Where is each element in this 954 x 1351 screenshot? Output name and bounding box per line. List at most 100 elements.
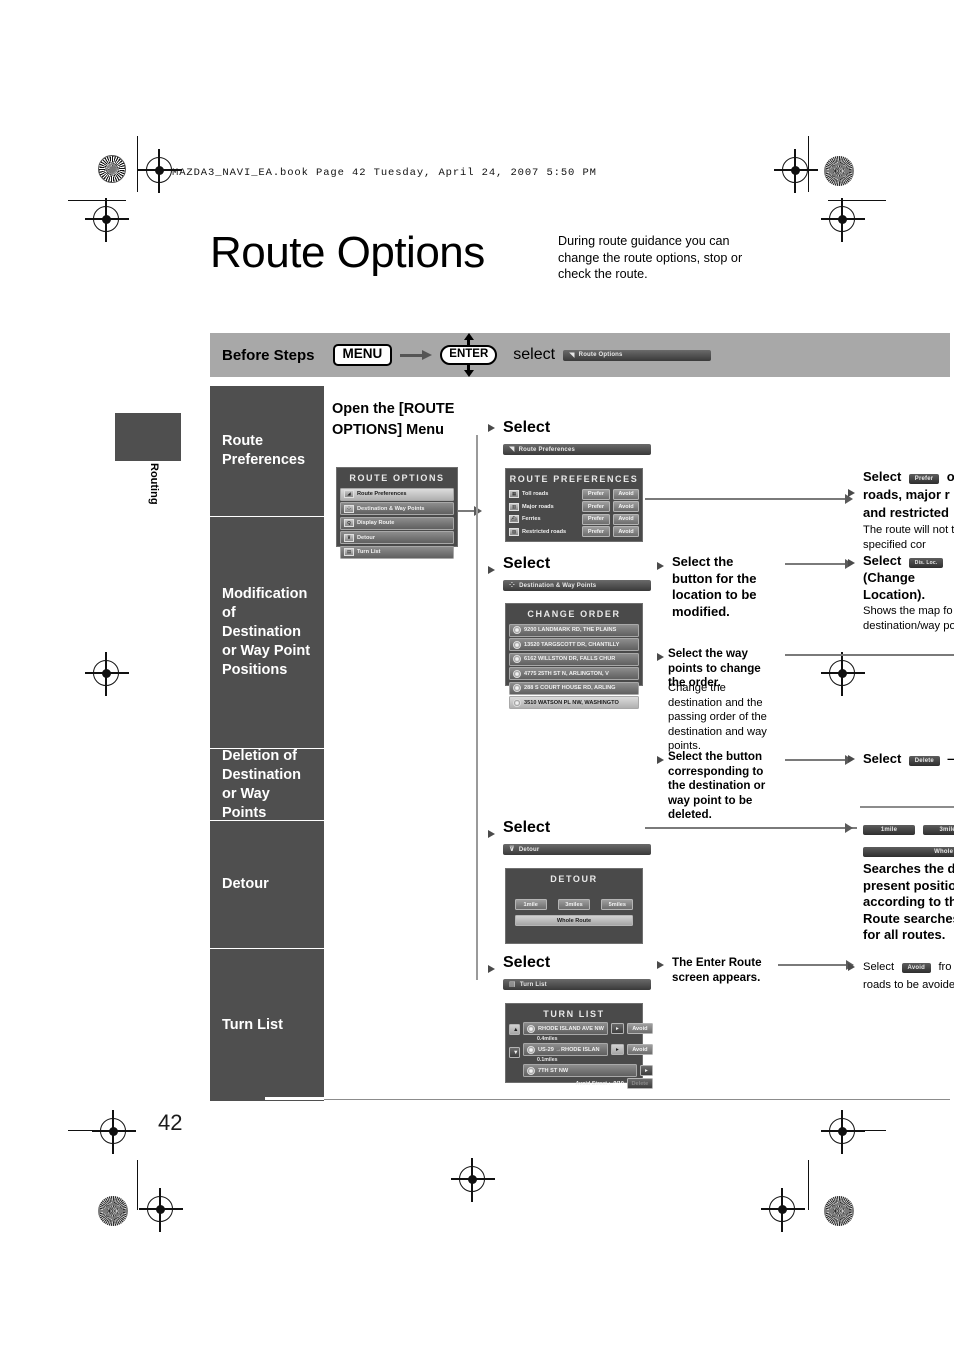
preference-row[interactable]: ▥ Major roads Prefer Avoid: [509, 501, 639, 512]
sidebar-item-turn-list[interactable]: Turn List: [210, 949, 324, 1101]
waypoint-button[interactable]: 13520 TARGSCOTT DR, CHANTILLY: [509, 638, 639, 651]
preference-row[interactable]: ▨ Restricted roads Prefer Avoid: [509, 526, 639, 537]
crop-line-v-left-b: [137, 1160, 139, 1210]
destination-button[interactable]: 3510 WATSON PL NW, WASHINGTO: [509, 696, 639, 709]
detour-1mile-button[interactable]: 1mile: [514, 899, 547, 910]
col3-text-modify: Select the button for the location to be…: [672, 554, 757, 619]
scroll-down-button[interactable]: ▼: [509, 1047, 520, 1058]
waypoint-button[interactable]: 6162 WILLSTON DR, FALLS CHUR: [509, 652, 639, 666]
sidebar-item-label: Detour: [222, 876, 269, 892]
menu-item-detour[interactable]: ⊽ Detour: [340, 531, 454, 544]
turn-expand-button[interactable]: ▸: [610, 1044, 624, 1055]
turn-entry-button[interactable]: 7TH ST NW: [523, 1064, 637, 1077]
route-options-chip[interactable]: ◥ Route Options: [563, 349, 712, 361]
waypoint-dot-icon: [513, 640, 521, 649]
route-options-row[interactable]: ◢ Route Preferences: [340, 487, 454, 501]
menu-item-destination-waypoints[interactable]: ⁘ Destination & Way Points: [340, 502, 454, 515]
waypoint-button[interactable]: 4775 25TH ST N, ARLINGTON, V: [509, 667, 639, 680]
route-flag-icon: ◥: [509, 446, 515, 453]
select-heading-route-preferences: Select: [503, 419, 551, 436]
chip-display-location[interactable]: Dis. Loc.: [908, 558, 944, 568]
waypoint-button[interactable]: 9200 LANDMARK RD, THE PLAINS: [509, 623, 639, 637]
scroll-up-button[interactable]: ▲: [509, 1024, 520, 1035]
route-options-row[interactable]: ⊽ Detour: [340, 531, 454, 544]
turn-list-row[interactable]: RHODE ISLAND AVE NW ▸ Avoid: [523, 1022, 653, 1035]
prefer-button[interactable]: Prefer: [582, 513, 610, 525]
sidebar-item-modification[interactable]: Modification of Destination or Way Point…: [210, 517, 324, 749]
chip-prefer[interactable]: Prefer: [908, 474, 940, 484]
change-order-row[interactable]: 6162 WILLSTON DR, FALLS CHUR: [509, 652, 639, 666]
col3-text-order-normal: Change the destination and the passing o…: [668, 682, 767, 752]
turn-entry-label: RHODE ISLAND AVE NW: [538, 1025, 604, 1032]
sidebar-item-label: Modification of Destination or Way Point…: [222, 586, 311, 678]
enter-key-group[interactable]: ENTER: [440, 332, 498, 378]
chip-3miles[interactable]: 3miles: [923, 825, 954, 835]
menu-item-turn-list[interactable]: ▤ Turn List: [340, 545, 454, 559]
waypoint-button[interactable]: 288 S COURT HOUSE RD, ARLING: [509, 681, 639, 695]
sidebar-item-route-preferences[interactable]: Route Preferences: [210, 386, 324, 517]
change-order-row[interactable]: 4775 25TH ST N, ARLINGTON, V: [509, 667, 639, 680]
waypoint-label: 288 S COURT HOUSE RD, ARLING: [524, 685, 616, 691]
turn-expand-button[interactable]: ▸: [610, 1023, 624, 1034]
route-options-row[interactable]: ▤ Turn List: [340, 545, 454, 559]
arrow-up-stem: [467, 339, 471, 345]
change-order-row[interactable]: 9200 LANDMARK RD, THE PLAINS: [509, 623, 639, 637]
chip-label: Prefer: [914, 476, 934, 482]
chip-turn-list[interactable]: ▤ Turn List: [503, 979, 651, 990]
preference-label: Major roads: [522, 503, 554, 510]
change-order-row[interactable]: 3510 WATSON PL NW, WASHINGTO: [509, 696, 639, 709]
menu-key[interactable]: MENU: [332, 343, 393, 367]
avoid-button[interactable]: Avoid: [613, 513, 639, 525]
turn-avoid-button[interactable]: Avoid: [626, 1023, 653, 1034]
sidebar-item-deletion[interactable]: Deletion of Destination or Way Points: [210, 748, 324, 821]
chip-route-preferences[interactable]: ◥ Route Preferences: [503, 444, 651, 455]
registration-mark-mid-left: [85, 652, 129, 696]
change-order-row[interactable]: 13520 TARGSCOTT DR, CHANTILLY: [509, 638, 639, 651]
turn-entry-button[interactable]: RHODE ISLAND AVE NW: [523, 1022, 608, 1035]
avoid-button[interactable]: Avoid: [613, 501, 639, 512]
turn-list-row[interactable]: US-29 →RHODE ISLAN ▸ Avoid: [523, 1043, 653, 1056]
chip-1mile[interactable]: 1mile: [863, 825, 915, 835]
waypoint-label: 13520 TARGSCOTT DR, CHANTILLY: [524, 641, 620, 648]
registration-mark-right: [821, 198, 865, 242]
chip-label: Delete: [914, 758, 934, 764]
chip-delete[interactable]: Delete: [908, 756, 940, 766]
enter-key[interactable]: ENTER: [440, 344, 498, 366]
chip-avoid[interactable]: Avoid: [901, 963, 931, 973]
delete-button[interactable]: Delete: [626, 1078, 653, 1089]
detour-3miles-button[interactable]: 3miles: [557, 899, 590, 910]
chip-destination-waypoints[interactable]: ⁘ Destination & Way Points: [503, 580, 651, 591]
avoid-button[interactable]: Avoid: [613, 526, 639, 537]
major-road-icon: ▥: [509, 502, 519, 511]
registration-mark-bottom-left2: [139, 1188, 183, 1232]
route-options-row[interactable]: Q Display Route: [340, 516, 454, 530]
bullet-arrow-icon: [848, 559, 855, 567]
registration-mark-bottom-right2: [761, 1188, 805, 1232]
preference-row[interactable]: ▦ Toll roads Prefer Avoid: [509, 488, 639, 500]
chip-label: 3miles: [939, 827, 954, 833]
prefer-button[interactable]: Prefer: [582, 501, 610, 512]
detour-5miles-button[interactable]: 5miles: [601, 899, 634, 910]
turn-entry-button[interactable]: US-29 →RHODE ISLAN: [523, 1043, 608, 1056]
turn-list-row[interactable]: 7TH ST NW ▸: [523, 1064, 653, 1077]
menu-item-route-preferences[interactable]: ◢ Route Preferences: [340, 487, 454, 501]
prefer-button[interactable]: Prefer: [582, 526, 610, 537]
chip-whole-route[interactable]: Whole Route: [863, 847, 954, 857]
turn-avoid-button[interactable]: Avoid: [626, 1044, 653, 1055]
avoid-street-label: Avoid Street :: [575, 1080, 611, 1087]
sidebar-item-detour[interactable]: Detour: [210, 821, 324, 949]
turn-distance: 0.1miles: [537, 1057, 558, 1063]
menu-item-label: Display Route: [357, 520, 395, 526]
chip-detour[interactable]: ⊽ Detour: [503, 844, 651, 855]
detour-whole-route-button[interactable]: Whole Route: [515, 915, 633, 926]
destination-label: 3510 WATSON PL NW, WASHINGTO: [524, 699, 619, 706]
waypoints-icon: ⁘: [344, 504, 354, 513]
preference-row[interactable]: ⛴ Ferries Prefer Avoid: [509, 513, 639, 525]
turn-expand-button[interactable]: ▸: [639, 1065, 653, 1076]
menu-item-display-route[interactable]: Q Display Route: [340, 516, 454, 530]
avoid-button[interactable]: Avoid: [613, 488, 639, 500]
route-options-row[interactable]: ⁘ Destination & Way Points: [340, 502, 454, 515]
change-order-row[interactable]: 288 S COURT HOUSE RD, ARLING: [509, 681, 639, 695]
prefer-button[interactable]: Prefer: [582, 488, 610, 500]
detour-screen-title: DETOUR: [550, 874, 598, 884]
